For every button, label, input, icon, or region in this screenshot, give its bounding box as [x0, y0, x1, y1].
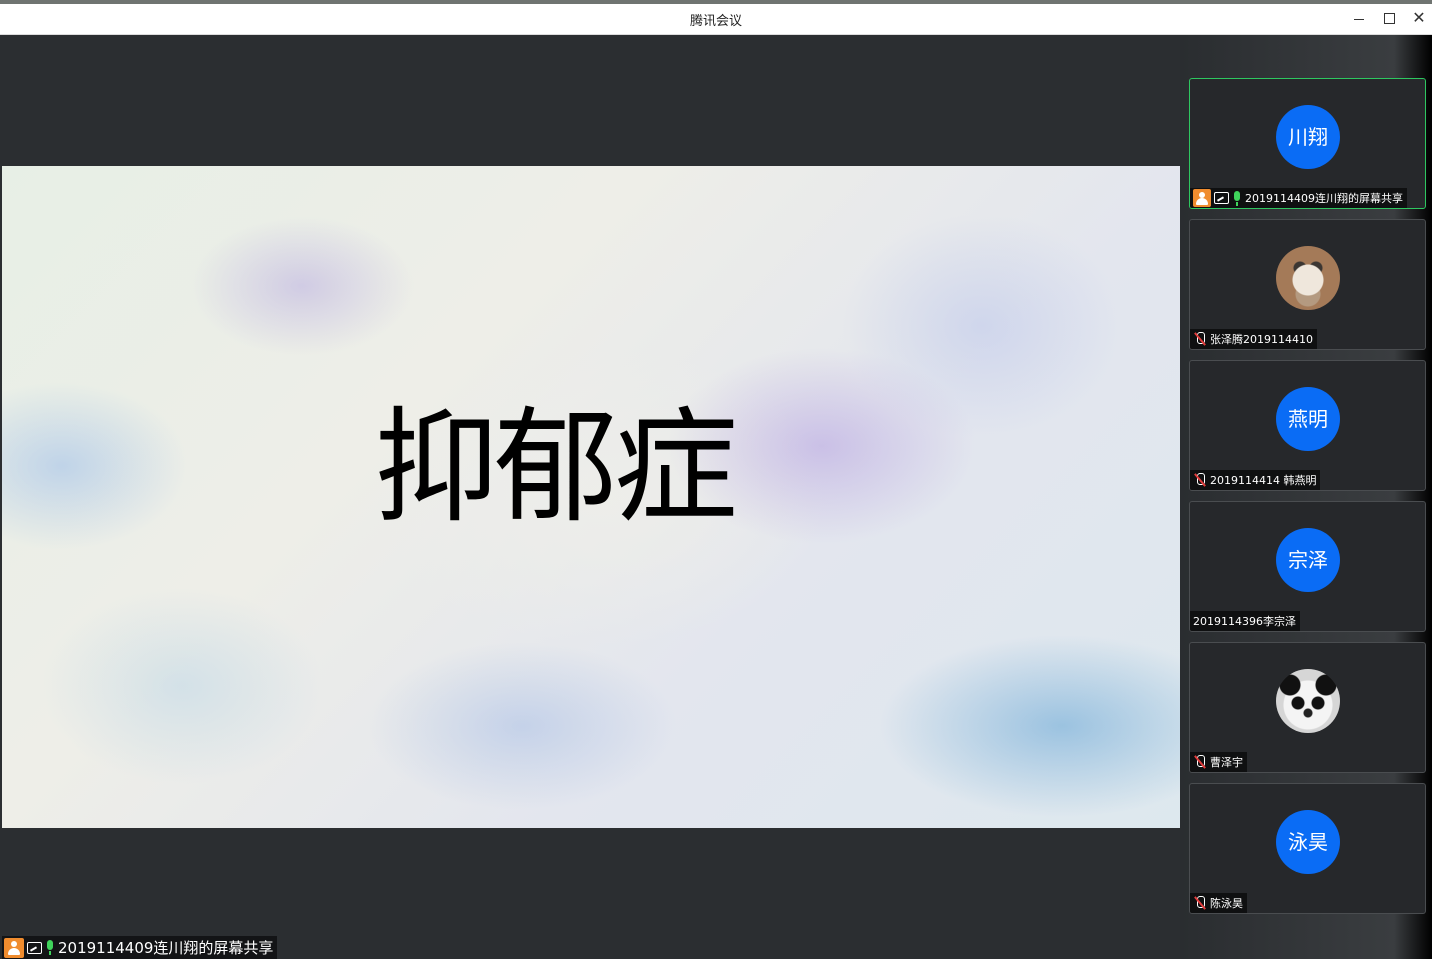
- microphone-icon: [1232, 190, 1242, 206]
- participant-name-label: 2019114414 韩燕明: [1190, 470, 1321, 490]
- screen-share-label: 2019114409连川翔的屏幕共享: [2, 936, 278, 959]
- participant-name-label: 2019114396李宗泽: [1190, 611, 1300, 631]
- maximize-icon[interactable]: [1379, 8, 1399, 28]
- participant-list[interactable]: 川翔 2019114409连川翔的屏幕共享 张泽腾2019114410 燕明 2…: [1180, 35, 1432, 959]
- microphone-muted-icon: [1193, 473, 1207, 487]
- participant-name: 张泽腾2019114410: [1210, 333, 1313, 346]
- participant-name-label: 陈泳昊: [1190, 893, 1247, 913]
- microphone-muted-icon: [1193, 332, 1207, 346]
- minimize-icon[interactable]: [1349, 8, 1369, 28]
- participant-name: 2019114414 韩燕明: [1210, 474, 1317, 487]
- title-bar-strip: [0, 0, 1432, 4]
- microphone-muted-icon: [1193, 755, 1207, 769]
- participant-tile[interactable]: 燕明 2019114414 韩燕明: [1189, 360, 1426, 491]
- participant-name: 陈泳昊: [1210, 897, 1243, 910]
- participant-tile[interactable]: 张泽腾2019114410: [1189, 219, 1426, 350]
- participant-name-label: 2019114409连川翔的屏幕共享: [1190, 188, 1407, 208]
- host-icon: [1193, 189, 1211, 207]
- avatar: 泳昊: [1276, 810, 1340, 874]
- participant-tile[interactable]: 宗泽 2019114396李宗泽: [1189, 501, 1426, 632]
- participant-tile[interactable]: 曹泽宇: [1189, 642, 1426, 773]
- shared-slide: 抑郁症: [2, 166, 1180, 828]
- avatar: 宗泽: [1276, 528, 1340, 592]
- participant-name-label: 张泽腾2019114410: [1190, 329, 1317, 349]
- window-title: 腾讯会议: [689, 14, 742, 29]
- participant-name-label: 曹泽宇: [1190, 752, 1247, 772]
- title-bar: 腾讯会议 ✕: [0, 0, 1432, 35]
- close-icon[interactable]: ✕: [1409, 8, 1429, 28]
- avatar: [1276, 669, 1340, 733]
- host-icon: [4, 937, 24, 958]
- slide-title: 抑郁症: [374, 396, 738, 540]
- avatar: 燕明: [1276, 387, 1340, 451]
- avatar: 川翔: [1276, 105, 1340, 169]
- screen-share-icon: [1214, 192, 1229, 204]
- participant-name: 2019114409连川翔的屏幕共享: [1245, 192, 1403, 205]
- participant-name: 曹泽宇: [1210, 756, 1243, 769]
- microphone-muted-icon: [1193, 896, 1207, 910]
- participant-name: 2019114396李宗泽: [1193, 615, 1296, 628]
- participant-tile[interactable]: 泳昊 陈泳昊: [1189, 783, 1426, 914]
- participant-tile[interactable]: 川翔 2019114409连川翔的屏幕共享: [1189, 78, 1426, 209]
- screen-share-name: 2019114409连川翔的屏幕共享: [58, 939, 274, 957]
- shared-screen-area[interactable]: 抑郁症: [2, 35, 1180, 959]
- avatar: [1276, 246, 1340, 310]
- microphone-icon: [45, 940, 55, 955]
- screen-share-icon: [27, 941, 42, 954]
